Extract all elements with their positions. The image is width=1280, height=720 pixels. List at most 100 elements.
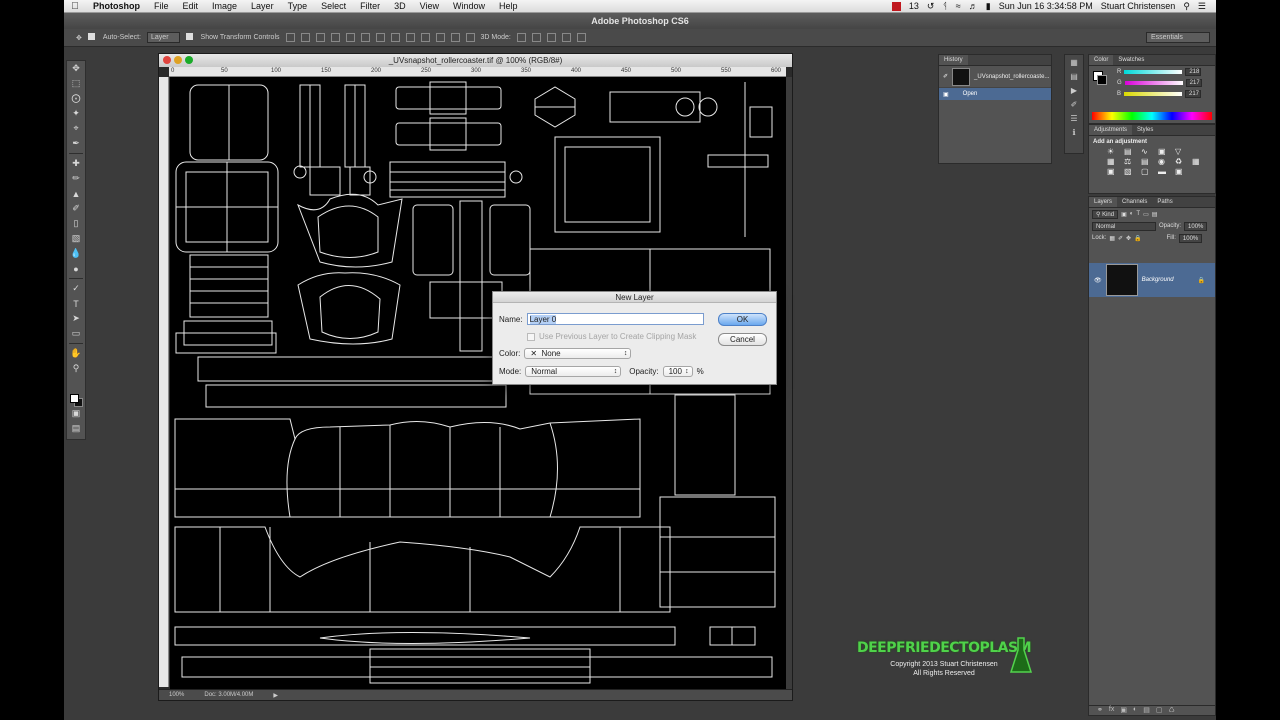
layer-opacity-value[interactable]: 100% — [1184, 221, 1208, 231]
distribute-bottom-icon[interactable] — [405, 33, 415, 42]
healing-brush-tool-icon[interactable]: ✚ — [67, 156, 85, 171]
delete-layer-icon[interactable]: ♺ — [1168, 706, 1174, 715]
brush-tool-icon[interactable]: ✏ — [67, 171, 85, 186]
curves-icon[interactable]: ∿ — [1141, 147, 1155, 156]
blend-mode-select[interactable]: Normal — [1092, 221, 1156, 231]
distribute-right-icon[interactable] — [450, 33, 460, 42]
zoom-window-button[interactable] — [185, 56, 193, 64]
layer-row-background[interactable]: 👁 Background 🔒 — [1089, 263, 1215, 297]
zoom-level[interactable]: 100% — [169, 692, 184, 698]
marquee-tool-icon[interactable]: ⬚ — [67, 76, 85, 91]
auto-select-dropdown[interactable]: Layer — [147, 32, 180, 43]
filter-shape-icon[interactable]: ▭ — [1143, 211, 1149, 218]
spotlight-icon[interactable]: ⚲ — [1183, 1, 1190, 12]
actions-panel-icon[interactable]: ▶ — [1065, 83, 1083, 97]
quick-mask-icon[interactable]: ▣ — [67, 406, 85, 421]
bluetooth-icon[interactable]: ᛩ — [942, 1, 947, 11]
lock-transparency-icon[interactable]: ▦ — [1109, 235, 1115, 242]
color-lookup-icon[interactable]: ▦ — [1192, 157, 1206, 166]
mode-select[interactable]: Normal — [525, 366, 622, 377]
filter-smart-icon[interactable]: ▤ — [1152, 211, 1158, 218]
path-select-tool-icon[interactable]: ➤ — [67, 311, 85, 326]
hue-saturation-icon[interactable]: ▦ — [1107, 157, 1121, 166]
red-slider[interactable] — [1124, 69, 1183, 74]
scale-3d-icon[interactable] — [576, 33, 586, 42]
vertical-ruler[interactable] — [159, 77, 169, 687]
ok-button[interactable]: OK — [718, 313, 767, 326]
distribute-vcenter-icon[interactable] — [390, 33, 400, 42]
move-tool-icon[interactable]: ✥ — [67, 61, 85, 76]
blur-tool-icon[interactable]: 💧 — [67, 246, 85, 261]
align-left-icon[interactable] — [330, 33, 340, 42]
vertical-scrollbar[interactable] — [786, 77, 792, 689]
black-white-icon[interactable]: ▤ — [1141, 157, 1155, 166]
adobe-icon[interactable] — [891, 1, 901, 11]
slide-3d-icon[interactable] — [561, 33, 571, 42]
menu-app[interactable]: Photoshop — [86, 1, 147, 11]
history-state-open[interactable]: ▣ Open — [939, 88, 1051, 100]
layer-name-input[interactable]: Layer 0 — [526, 313, 704, 325]
screen-mode-icon[interactable]: ▤ — [67, 421, 85, 436]
filter-type-icon[interactable]: T — [1136, 211, 1140, 217]
lock-position-icon[interactable]: ✥ — [1126, 235, 1131, 242]
threshold-icon[interactable]: ▢ — [1141, 167, 1155, 176]
transform-checkbox[interactable] — [185, 33, 195, 42]
notification-icon[interactable]: ☰ — [1198, 1, 1206, 12]
menu-image[interactable]: Image — [205, 1, 244, 11]
gradient-tool-icon[interactable]: ▧ — [67, 231, 85, 246]
filter-adjust-icon[interactable]: ◐ — [1130, 211, 1134, 217]
eyedropper-tool-icon[interactable]: ✒ — [67, 136, 85, 151]
battery-icon[interactable]: ▮ — [986, 1, 991, 12]
dodge-tool-icon[interactable]: ● — [67, 261, 85, 276]
auto-align-icon[interactable] — [465, 33, 475, 42]
layer-style-icon[interactable]: fx — [1109, 706, 1114, 715]
photo-filter-icon[interactable]: ◉ — [1158, 157, 1172, 166]
menu-file[interactable]: File — [147, 1, 176, 11]
fill-value[interactable]: 100% — [1178, 233, 1203, 243]
hand-tool-icon[interactable]: ✋ — [67, 346, 85, 361]
roll-3d-icon[interactable] — [531, 33, 541, 42]
vibrance-icon[interactable]: ▽ — [1175, 147, 1189, 156]
brightness-icon[interactable]: ☀ — [1107, 147, 1121, 156]
brush-panel-icon[interactable]: ✐ — [1065, 97, 1083, 111]
opacity-select[interactable]: 100 — [662, 366, 693, 377]
doc-size[interactable]: Doc: 3.00M/4.00M — [204, 692, 253, 698]
channel-mixer-icon[interactable]: ♻ — [1175, 157, 1189, 166]
blue-value[interactable]: 217 — [1185, 89, 1202, 98]
menu-window[interactable]: Window — [446, 1, 492, 11]
quick-select-tool-icon[interactable]: ✦ — [67, 106, 85, 121]
auto-select-checkbox[interactable] — [87, 33, 97, 42]
new-layer-icon[interactable]: ▢ — [1156, 706, 1163, 715]
kind-filter[interactable]: ⚲ Kind — [1092, 209, 1119, 219]
layer-name[interactable]: Background — [1142, 277, 1194, 283]
new-group-icon[interactable]: ▤ — [1143, 706, 1150, 715]
align-vcenter-icon[interactable] — [300, 33, 310, 42]
filter-pixel-icon[interactable]: ▣ — [1121, 211, 1127, 218]
menu-view[interactable]: View — [413, 1, 446, 11]
new-adjustment-icon[interactable]: ◐ — [1133, 706, 1137, 715]
mini-bridge-icon[interactable]: ▦ — [1065, 55, 1083, 69]
posterize-icon[interactable]: ▧ — [1124, 167, 1138, 176]
green-value[interactable]: 217 — [1185, 78, 1202, 87]
tab-adjustments[interactable]: Adjustments — [1089, 125, 1133, 135]
visibility-eye-icon[interactable]: 👁 — [1094, 277, 1102, 284]
color-balance-icon[interactable]: ⚖ — [1124, 157, 1138, 166]
link-layers-icon[interactable]: ⚭ — [1097, 706, 1103, 715]
align-hcenter-icon[interactable] — [345, 33, 355, 42]
crop-tool-icon[interactable]: ⌖ — [67, 121, 85, 136]
history-snapshot[interactable]: ✐ _UVsnapshot_rollercoaste... — [939, 66, 1051, 88]
distribute-top-icon[interactable] — [375, 33, 385, 42]
cancel-button[interactable]: Cancel — [718, 333, 767, 346]
gradient-map-icon[interactable]: ▬ — [1158, 167, 1172, 176]
clock[interactable]: Sun Jun 16 3:34:58 PM — [999, 1, 1093, 11]
color-spectrum[interactable] — [1092, 112, 1212, 120]
menu-3d[interactable]: 3D — [387, 1, 413, 11]
menu-edit[interactable]: Edit — [176, 1, 206, 11]
tab-layers[interactable]: Layers — [1089, 197, 1118, 207]
document-titlebar[interactable]: _UVsnapshot_rollercoaster.tif @ 100% (RG… — [159, 54, 792, 67]
menu-help[interactable]: Help — [492, 1, 525, 11]
clone-stamp-tool-icon[interactable]: ▲ — [67, 186, 85, 201]
rotate-3d-icon[interactable] — [516, 33, 526, 42]
menu-type[interactable]: Type — [281, 1, 315, 11]
horizontal-ruler[interactable]: 0 50 100 150 200 250 300 350 400 450 500 550 600 — [169, 67, 786, 77]
